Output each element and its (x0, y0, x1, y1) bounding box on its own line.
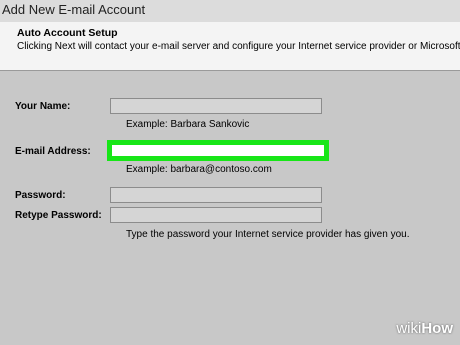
password-label: Password: (15, 190, 66, 201)
your-name-input[interactable] (110, 98, 322, 114)
retype-password-input[interactable] (110, 207, 322, 223)
password-input[interactable] (110, 187, 322, 203)
window-title: Add New E-mail Account (2, 2, 146, 17)
wikihow-watermark: wikiHow (396, 320, 453, 337)
title-bar: Add New E-mail Account (0, 0, 460, 22)
your-name-hint: Example: Barbara Sankovic (126, 119, 250, 130)
header-panel: Auto Account Setup Clicking Next will co… (0, 22, 460, 71)
email-address-hint: Example: barbara@contoso.com (126, 164, 272, 175)
section-title: Auto Account Setup (17, 27, 118, 39)
form-area: Your Name: Example: Barbara Sankovic E-m… (0, 71, 460, 345)
watermark-how: How (421, 320, 453, 337)
section-description: Clicking Next will contact your e-mail s… (17, 41, 460, 52)
your-name-label: Your Name: (15, 101, 71, 112)
watermark-wiki: wiki (396, 320, 422, 337)
email-address-label: E-mail Address: (15, 146, 91, 157)
retype-password-label: Retype Password: (15, 210, 102, 221)
password-hint: Type the password your Internet service … (126, 229, 410, 240)
email-address-input[interactable] (107, 140, 329, 161)
